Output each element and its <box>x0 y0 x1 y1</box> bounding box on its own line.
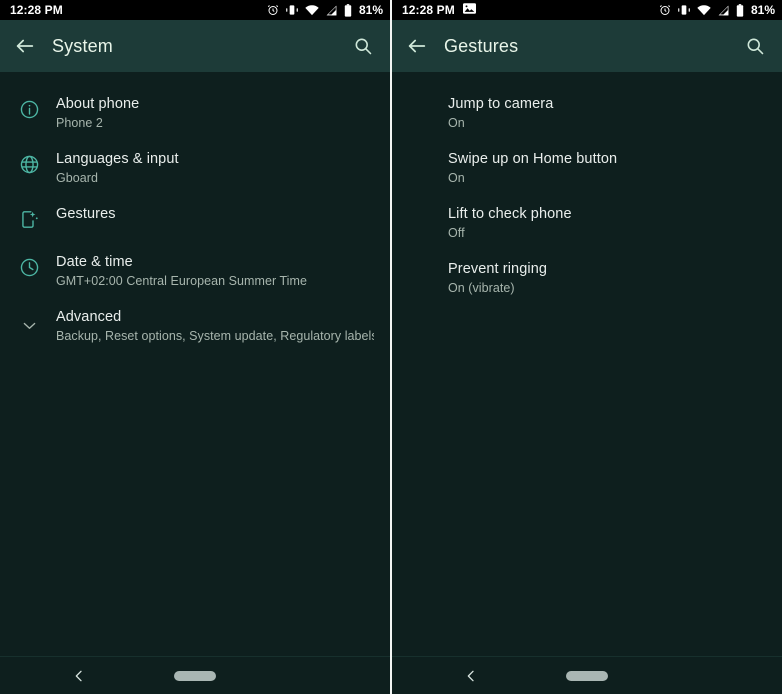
list-item-text: Lift to check phone Off <box>448 205 766 242</box>
status-clock: 12:28 PM <box>402 3 455 17</box>
list-item-lift-to-check-phone[interactable]: Lift to check phone Off <box>392 196 782 251</box>
back-button[interactable] <box>404 33 430 59</box>
screenshot-icon <box>462 1 476 19</box>
app-bar-left: System <box>0 20 390 72</box>
page-title: System <box>52 36 113 56</box>
page-title: Gestures <box>444 36 519 56</box>
list-item-advanced[interactable]: Advanced Backup, Reset options, System u… <box>0 299 390 354</box>
search-icon[interactable] <box>350 33 376 59</box>
list-item-subtitle: Off <box>448 226 465 240</box>
list-item-title: Date & time <box>56 254 133 270</box>
status-right-icons-right: 81% <box>659 0 775 20</box>
list-item-title: Prevent ringing <box>448 261 548 277</box>
list-item-date-time[interactable]: Date & time GMT+02:00 Central European S… <box>0 244 390 299</box>
wifi-icon <box>697 4 711 16</box>
status-notification-icons <box>462 1 476 19</box>
gestures-settings-list: Jump to camera On Swipe up on Home butto… <box>392 72 782 656</box>
back-button[interactable] <box>12 33 38 59</box>
list-item-subtitle: On <box>448 171 465 185</box>
list-item-gestures[interactable]: Gestures <box>0 196 390 244</box>
list-item-languages-input[interactable]: Languages & input Gboard <box>0 141 390 196</box>
battery-icon <box>736 3 744 17</box>
wifi-icon <box>305 4 319 16</box>
list-item-jump-to-camera[interactable]: Jump to camera On <box>392 86 782 141</box>
list-item-title: Languages & input <box>56 151 179 167</box>
search-icon[interactable] <box>742 33 768 59</box>
list-item-subtitle: Backup, Reset options, System update, Re… <box>56 329 374 343</box>
navigation-bar-right <box>392 656 782 694</box>
left-phone-screen: 12:28 PM 81% System About phone Phone 2 … <box>0 0 390 694</box>
vibrate-icon <box>285 4 299 16</box>
list-item-title: Jump to camera <box>448 96 554 112</box>
battery-icon <box>344 3 352 17</box>
alarm-icon <box>659 4 671 16</box>
list-item-text: About phone Phone 2 <box>46 95 374 132</box>
list-item-subtitle: GMT+02:00 Central European Summer Time <box>56 274 307 288</box>
battery-percent: 81% <box>358 3 383 17</box>
list-item-about-phone[interactable]: About phone Phone 2 <box>0 86 390 141</box>
list-item-subtitle: Gboard <box>56 171 98 185</box>
status-bar-left: 12:28 PM 81% <box>0 0 390 20</box>
list-item-text: Advanced Backup, Reset options, System u… <box>46 308 374 345</box>
chevron-down-icon <box>12 308 46 335</box>
list-item-title: Lift to check phone <box>448 206 572 222</box>
list-item-text: Jump to camera On <box>448 95 766 132</box>
clock-icon <box>12 253 46 278</box>
list-item-prevent-ringing[interactable]: Prevent ringing On (vibrate) <box>392 251 782 306</box>
list-item-title: Advanced <box>56 309 122 325</box>
nav-back-icon[interactable] <box>456 661 486 691</box>
gestures-icon <box>12 205 46 230</box>
list-item-subtitle: On (vibrate) <box>448 281 515 295</box>
status-right-icons-left: 81% <box>267 0 383 20</box>
globe-icon <box>12 150 46 175</box>
right-phone-screen: 12:28 PM 81% Gestures Jump to camera On … <box>392 0 782 694</box>
status-clock: 12:28 PM <box>10 3 63 17</box>
list-item-text: Gestures <box>46 205 374 225</box>
dual-screenshot-container: 12:28 PM 81% System About phone Phone 2 … <box>0 0 782 694</box>
list-item-text: Prevent ringing On (vibrate) <box>448 260 766 297</box>
home-gesture-pill[interactable] <box>566 670 608 681</box>
list-item-title: Gestures <box>56 206 116 222</box>
info-icon <box>12 95 46 120</box>
list-item-title: About phone <box>56 96 140 112</box>
vibrate-icon <box>677 4 691 16</box>
list-item-subtitle: Phone 2 <box>56 116 103 130</box>
signal-icon <box>325 5 338 16</box>
nav-back-icon[interactable] <box>64 661 94 691</box>
app-bar-right: Gestures <box>392 20 782 72</box>
list-item-text: Swipe up on Home button On <box>448 150 766 187</box>
status-bar-right: 12:28 PM 81% <box>392 0 782 20</box>
battery-percent: 81% <box>750 3 775 17</box>
navigation-bar-left <box>0 656 390 694</box>
list-item-swipe-up-home-button[interactable]: Swipe up on Home button On <box>392 141 782 196</box>
list-item-subtitle: On <box>448 116 465 130</box>
home-gesture-pill[interactable] <box>174 670 216 681</box>
list-item-text: Date & time GMT+02:00 Central European S… <box>46 253 374 290</box>
list-item-title: Swipe up on Home button <box>448 151 618 167</box>
alarm-icon <box>267 4 279 16</box>
signal-icon <box>717 5 730 16</box>
system-settings-list: About phone Phone 2 Languages & input Gb… <box>0 72 390 656</box>
list-item-text: Languages & input Gboard <box>46 150 374 187</box>
